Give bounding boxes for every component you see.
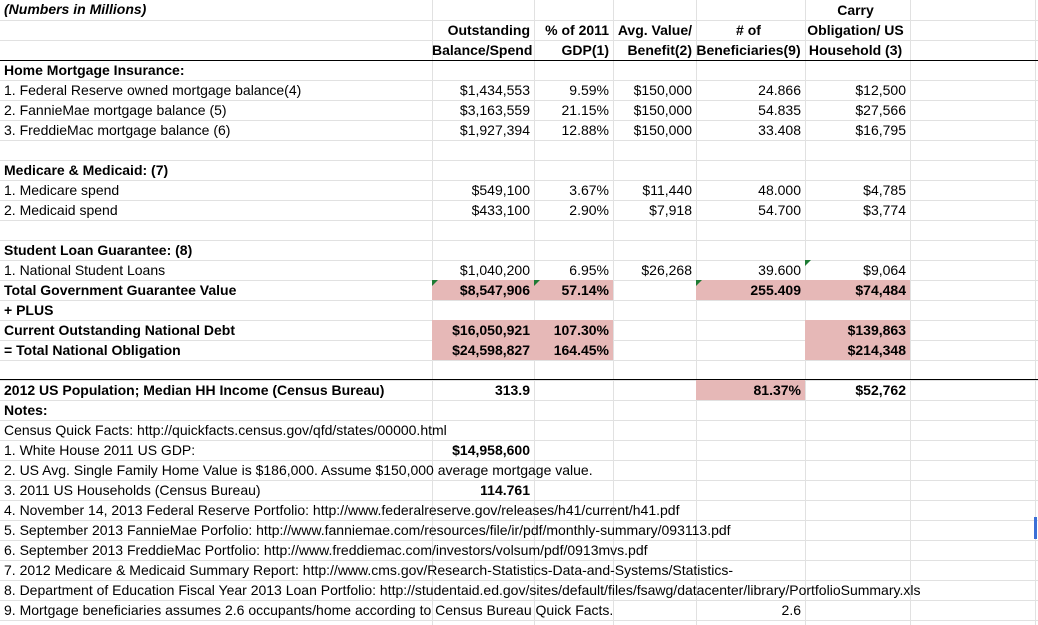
note-line: 4. November 14, 2013 Federal Reserve Por… <box>4 502 680 518</box>
note-line: 6. September 2013 FreddieMac Portfolio: … <box>4 542 648 558</box>
cell-c: 2.90% <box>569 202 609 218</box>
row-label: Home Mortgage Insurance: <box>4 62 185 78</box>
note-line: 3. 2011 US Households (Census Bureau) <box>4 482 261 498</box>
cell-d: $150,000 <box>633 102 692 118</box>
cell-e: 48.000 <box>758 182 801 198</box>
cell-b: $16,050,921 <box>452 322 530 338</box>
cell-f: $4,785 <box>863 182 906 198</box>
row-label: + PLUS <box>4 302 54 318</box>
row-label: 2. Medicaid spend <box>4 202 118 218</box>
row-label: Medicare & Medicaid: (7) <box>4 162 169 178</box>
row-label: 1. National Student Loans <box>4 262 166 278</box>
cell-b: $1,040,200 <box>459 262 530 278</box>
header-col-e: # of <box>736 22 761 38</box>
selection-indicator <box>1034 517 1037 539</box>
cell-f: $52,762 <box>855 382 906 398</box>
header-col-b: Outstanding <box>447 22 530 38</box>
note-value: $14,958,600 <box>452 442 530 458</box>
row-label: Student Loan Guarantee: (8) <box>4 242 193 258</box>
note-value: 2.6 <box>781 602 801 618</box>
cell-f: $12,500 <box>855 82 906 98</box>
cell-d: $150,000 <box>633 82 692 98</box>
cell-b: $8,547,906 <box>459 282 530 298</box>
header-col-b: Balance/Spend <box>432 42 533 58</box>
title-note: (Numbers in Millions) <box>4 1 147 17</box>
cell-c: 164.45% <box>553 342 609 358</box>
note-line: 2. US Avg. Single Family Home Value is $… <box>4 462 593 478</box>
row-label: 1. Federal Reserve owned mortgage balanc… <box>4 82 302 98</box>
note-line: 8. Department of Education Fiscal Year 2… <box>4 582 921 598</box>
cell-b: $24,598,827 <box>452 342 530 358</box>
header-col-d: Avg. Value/ <box>617 22 692 38</box>
cell-f: $74,484 <box>855 282 906 298</box>
row-gridline <box>0 140 1038 141</box>
cell-e: 81.37% <box>753 382 801 398</box>
cell-c: 12.88% <box>561 122 609 138</box>
cell-f: $27,566 <box>855 102 906 118</box>
cell-d: $7,918 <box>649 202 692 218</box>
cell-b: $433,100 <box>471 202 530 218</box>
cell-b: $1,434,553 <box>459 82 530 98</box>
cell-f: $9,064 <box>863 262 906 278</box>
cell-e: 33.408 <box>758 122 801 138</box>
header-col-f: Household (3) <box>808 42 903 58</box>
row-gridline <box>0 220 1038 221</box>
column-gridline <box>910 0 911 625</box>
note-line: 5. September 2013 FannieMae Porfolio: ht… <box>4 522 731 538</box>
row-gridline <box>0 360 1038 361</box>
cell-b: $549,100 <box>471 182 530 198</box>
population-top-border <box>0 379 1038 380</box>
row-label: 2. FannieMae mortgage balance (5) <box>4 102 227 118</box>
row-label: 1. Medicare spend <box>4 182 120 198</box>
row-label: Current Outstanding National Debt <box>4 322 235 338</box>
header-col-c: GDP(1) <box>561 42 609 58</box>
row-gridline <box>0 400 1038 401</box>
row-label: 2012 US Population; Median HH Income (Ce… <box>4 382 385 398</box>
cell-d: $11,440 <box>642 182 692 198</box>
note-line: 7. 2012 Medicare & Medicaid Summary Repo… <box>4 562 734 578</box>
cell-c: 21.15% <box>561 102 609 118</box>
cell-c: 3.67% <box>569 182 609 198</box>
spreadsheet[interactable]: (Numbers in Millions) Outstanding Balance/… <box>0 0 1038 625</box>
note-line: Notes: <box>4 402 48 418</box>
cell-e: 54.835 <box>758 102 801 118</box>
cell-e: 24.866 <box>758 82 801 98</box>
cell-e: 39.600 <box>758 262 801 278</box>
note-line: 9. Mortgage beneficiaries assumes 2.6 oc… <box>4 602 614 618</box>
cell-d: $26,268 <box>641 262 692 278</box>
cell-c: 9.59% <box>569 82 609 98</box>
cell-b: 313.9 <box>494 382 530 398</box>
note-line: Census Quick Facts: http://quickfacts.ce… <box>4 422 447 438</box>
row-gridline <box>0 620 1038 621</box>
header-col-f: Obligation/ US <box>807 22 904 38</box>
header-col-c: % of 2011 <box>545 22 609 38</box>
note-line: 1. White House 2011 US GDP: <box>4 442 196 458</box>
header-col-f: Carry <box>837 2 874 18</box>
cell-f: $3,774 <box>863 202 906 218</box>
cell-e: 255.409 <box>750 282 801 298</box>
row-gridline <box>0 300 1038 301</box>
row-label: Total Government Guarantee Value <box>4 282 237 298</box>
cell-f: $214,348 <box>847 342 906 358</box>
header-col-d: Benefit(2) <box>627 42 692 58</box>
cell-b: $1,927,394 <box>459 122 530 138</box>
row-label: 3. FreddieMac mortgage balance (6) <box>4 122 231 138</box>
cell-b: $3,163,559 <box>459 102 530 118</box>
cell-d: $150,000 <box>633 122 692 138</box>
row-label: = Total National Obligation <box>4 342 181 358</box>
note-value: 114.761 <box>480 482 530 498</box>
cell-c: 107.30% <box>553 322 609 338</box>
cell-e: 54.700 <box>758 202 801 218</box>
cell-f: $139,863 <box>847 322 906 338</box>
cell-c: 57.14% <box>561 282 609 298</box>
cell-c: 6.95% <box>569 262 609 278</box>
cell-f: $16,795 <box>855 122 906 138</box>
header-col-e: Beneficiaries(9) <box>696 42 801 58</box>
